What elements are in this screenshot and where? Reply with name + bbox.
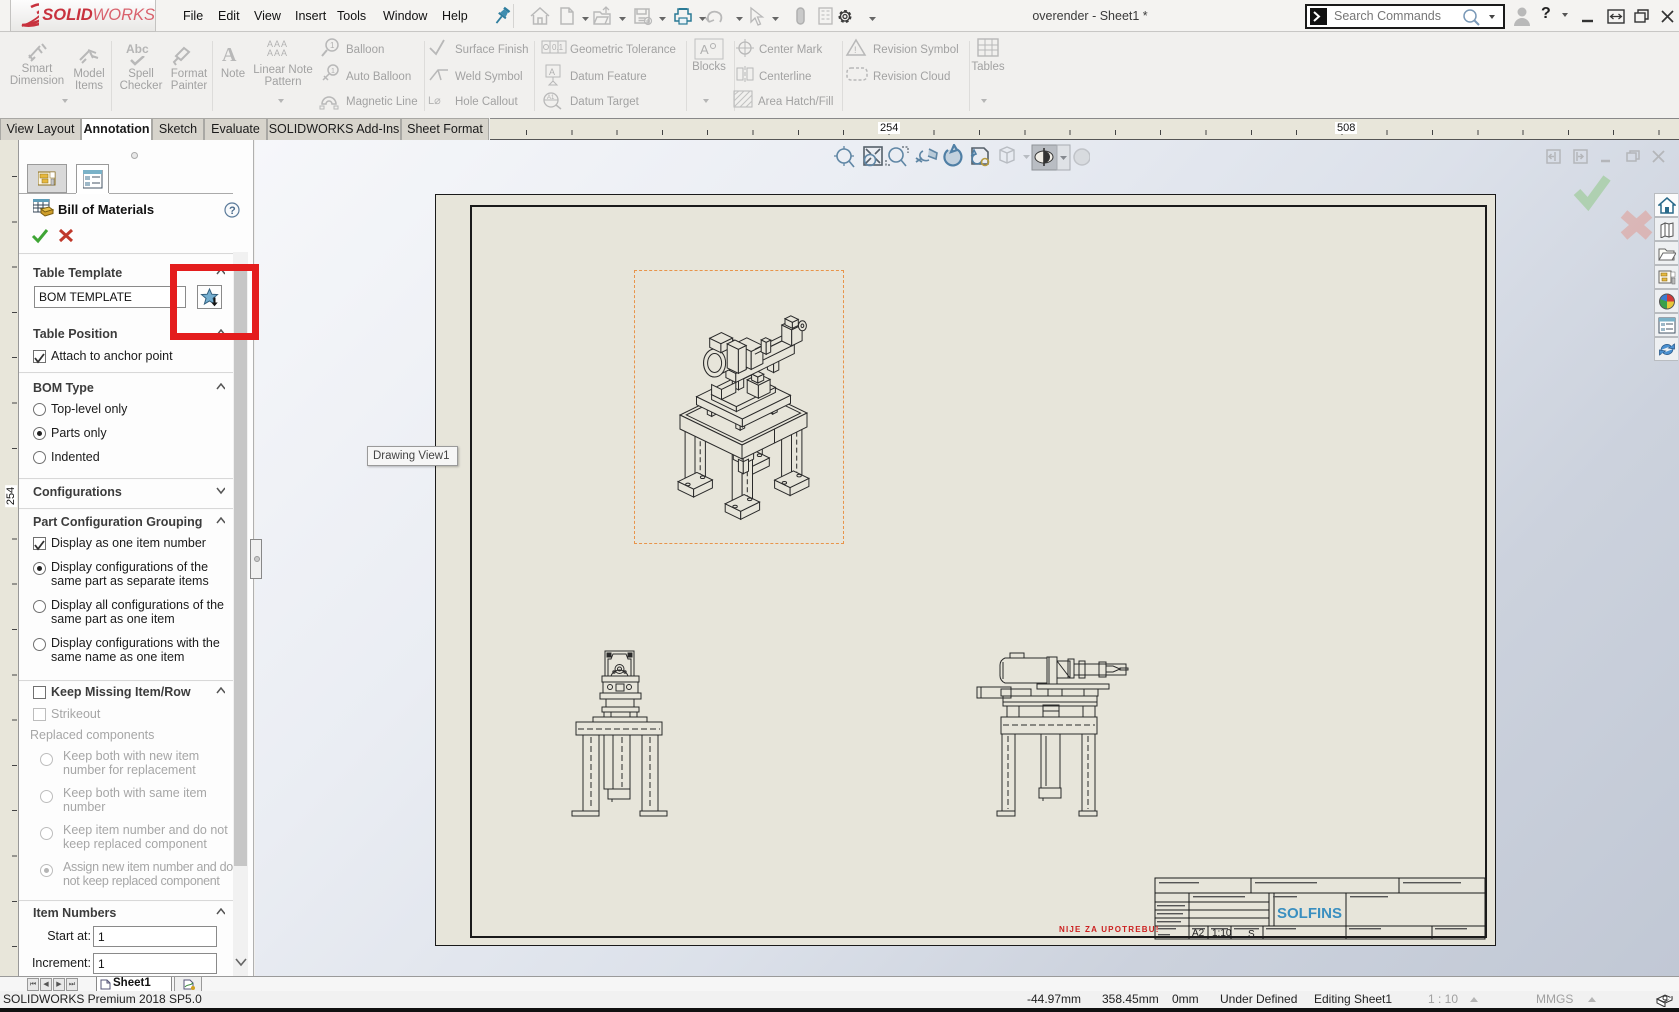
svg-text:A2: A2 — [1192, 928, 1205, 939]
svg-text:?: ? — [229, 205, 236, 217]
svg-text:1:10: 1:10 — [1212, 928, 1232, 939]
svg-text:SOLFINS: SOLFINS — [1277, 905, 1342, 922]
svg-text:1: 1 — [330, 41, 335, 50]
svg-text:A1: A1 — [547, 95, 555, 101]
svg-text:S: S — [1248, 929, 1255, 940]
svg-text:A: A — [700, 42, 709, 57]
svg-text:NIJE ZA UPOTREBU!: NIJE ZA UPOTREBU! — [1059, 925, 1160, 934]
svg-text:A: A — [549, 67, 555, 77]
svg-text:!: ! — [854, 45, 857, 55]
svg-text:0.1: 0.1 — [552, 43, 564, 52]
svg-text:1: 1 — [331, 68, 335, 75]
